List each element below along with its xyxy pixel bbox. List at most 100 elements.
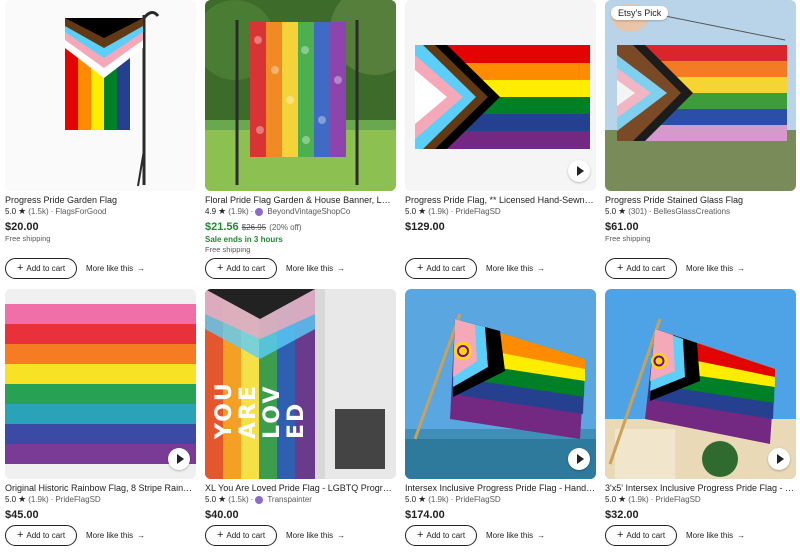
add-to-cart-button[interactable]: + Add to cart — [405, 525, 477, 546]
listing-rating-row: 5.0 ★ (1.9k) · PrideFlagSD — [605, 494, 701, 505]
listing-title[interactable]: 3'x5' Intersex Inclusive Progress Pride … — [605, 482, 796, 494]
video-play-icon[interactable] — [568, 160, 590, 182]
intersex-flag-digital-image — [605, 289, 796, 479]
more-like-this-link[interactable]: More like this → — [686, 531, 745, 540]
add-to-cart-button[interactable]: + Add to cart — [205, 258, 277, 279]
listing-title[interactable]: XL You Are Loved Pride Flag - LGBTQ Prog… — [205, 482, 396, 494]
review-count: (1.9k) — [428, 495, 449, 504]
review-count: (1.9k) — [628, 495, 649, 504]
listing-price: $40.00 — [205, 509, 239, 521]
star-icon: ★ — [418, 206, 427, 216]
listing-price: $20.00 — [5, 221, 39, 233]
add-to-cart-button[interactable]: + Add to cart — [605, 258, 677, 279]
plus-icon: + — [216, 529, 224, 541]
listing-title[interactable]: Progress Pride Garden Flag — [5, 194, 196, 206]
listing-rating-row: 4.9 ★ (1.9k) · BeyondVintageShopCo — [205, 206, 351, 217]
star-icon: ★ — [418, 494, 427, 504]
more-like-this-link[interactable]: More like this → — [486, 264, 545, 273]
listing-actions: + Add to cart More like this → — [205, 258, 345, 279]
more-like-this-link[interactable]: More like this → — [286, 531, 345, 540]
etsys-pick-badge: Etsy's Pick — [611, 6, 669, 20]
add-to-cart-button[interactable]: + Add to cart — [5, 525, 77, 546]
listing-price: $174.00 — [405, 509, 445, 521]
review-count: (301) — [628, 207, 647, 216]
shop-name[interactable]: PrideFlagSD — [655, 494, 700, 505]
arrow-right-icon: → — [137, 531, 146, 540]
intersex-flag-hand-sewn-image — [405, 289, 596, 479]
listing-rating-row: 5.0 ★ (1.5k) · Transpainter — [205, 494, 312, 505]
video-play-icon[interactable] — [168, 448, 190, 470]
original-price: $26.95 — [241, 223, 267, 232]
listing-image[interactable] — [5, 0, 196, 191]
listing-price: $61.00 — [605, 221, 639, 233]
listing-image[interactable] — [205, 0, 396, 191]
rating-value: 5.0 — [205, 495, 217, 504]
stained-glass-flag-image — [605, 0, 796, 191]
more-like-this-link[interactable]: More like this → — [86, 531, 145, 540]
listing-image[interactable]: YOU ARE LOVED — [205, 289, 396, 479]
shop-name[interactable]: PrideFlagSD — [55, 494, 100, 505]
listing-title[interactable]: Original Historic Rainbow Flag, 8 Stripe… — [5, 482, 196, 494]
arrow-right-icon: → — [737, 531, 746, 540]
add-to-cart-button[interactable]: + Add to cart — [205, 525, 277, 546]
more-like-this-link[interactable]: More like this → — [486, 531, 545, 540]
listing-card[interactable]: 3'x5' Intersex Inclusive Progress Pride … — [605, 289, 796, 546]
free-shipping-label: Free shipping — [5, 234, 51, 243]
more-like-this-link[interactable]: More like this → — [86, 264, 145, 273]
rating-value: 5.0 — [605, 495, 617, 504]
listing-actions: + Add to cart More like this → — [205, 525, 345, 546]
listing-rating-row: 5.0 ★ (1.9k) · PrideFlagSD — [5, 494, 101, 505]
listing-card[interactable]: Original Historic Rainbow Flag, 8 Stripe… — [5, 289, 196, 546]
review-count: (1.5k) — [228, 495, 249, 504]
listing-actions: + Add to cart More like this → — [5, 258, 145, 279]
rating-value: 5.0 — [5, 495, 17, 504]
arrow-right-icon: → — [337, 264, 346, 273]
add-to-cart-button[interactable]: + Add to cart — [5, 258, 77, 279]
plus-icon: + — [16, 262, 24, 274]
rating-value: 5.0 — [405, 495, 417, 504]
listing-image[interactable] — [405, 0, 596, 191]
listing-title[interactable]: Progress Pride Stained Glass Flag — [605, 194, 796, 206]
listing-title[interactable]: Intersex Inclusive Progress Pride Flag -… — [405, 482, 596, 494]
arrow-right-icon: → — [737, 264, 746, 273]
shop-name[interactable]: Transpainter — [267, 494, 312, 505]
review-count: (1.9k) — [28, 495, 49, 504]
video-play-icon[interactable] — [768, 448, 790, 470]
listing-card[interactable]: YOU ARE LOVED XL You Are Loved Pride Fla… — [205, 289, 396, 546]
listing-price-row: $21.56 $26.95 (20% off) — [205, 220, 396, 235]
add-to-cart-button[interactable]: + Add to cart — [605, 525, 677, 546]
listing-title[interactable]: Floral Pride Flag Garden & House Banner,… — [205, 194, 396, 206]
star-icon: ★ — [618, 494, 627, 504]
arrow-right-icon: → — [537, 531, 546, 540]
listing-title[interactable]: Progress Pride Flag, ** Licensed Hand-Se… — [405, 194, 596, 206]
listing-card[interactable]: Intersex Inclusive Progress Pride Flag -… — [405, 289, 596, 546]
listing-image[interactable] — [605, 289, 796, 479]
listing-card[interactable]: Etsy's Pick Progress Pride Stained Glass… — [605, 0, 796, 279]
listing-actions: + Add to cart More like this → — [605, 525, 745, 546]
shop-name[interactable]: PrideFlagSD — [455, 494, 500, 505]
plus-icon: + — [616, 262, 624, 274]
listing-actions: + Add to cart More like this → — [405, 258, 545, 279]
listing-card[interactable]: Progress Pride Garden Flag 5.0 ★ (1.5k) … — [5, 0, 196, 279]
shop-name[interactable]: BellesGlassCreations — [654, 206, 730, 217]
discount-label: (20% off) — [269, 223, 302, 232]
listing-image[interactable] — [405, 289, 596, 479]
listing-image[interactable]: Etsy's Pick — [605, 0, 796, 191]
shop-name[interactable]: BeyondVintageShopCo — [267, 206, 350, 217]
star-icon: ★ — [618, 206, 627, 216]
more-like-this-link[interactable]: More like this → — [686, 264, 745, 273]
listing-card[interactable]: Floral Pride Flag Garden & House Banner,… — [205, 0, 396, 279]
arrow-right-icon: → — [537, 264, 546, 273]
arrow-right-icon: → — [137, 264, 146, 273]
star-icon: ★ — [18, 206, 27, 216]
star-icon: ★ — [218, 206, 227, 216]
listing-actions: + Add to cart More like this → — [605, 258, 745, 279]
add-to-cart-button[interactable]: + Add to cart — [405, 258, 477, 279]
listing-card[interactable]: Progress Pride Flag, ** Licensed Hand-Se… — [405, 0, 596, 279]
video-play-icon[interactable] — [568, 448, 590, 470]
rating-value: 5.0 — [405, 207, 417, 216]
more-like-this-link[interactable]: More like this → — [286, 264, 345, 273]
shop-name[interactable]: PrideFlagSD — [455, 206, 500, 217]
shop-name[interactable]: FlagsForGood — [55, 206, 106, 217]
listing-image[interactable] — [5, 289, 196, 479]
